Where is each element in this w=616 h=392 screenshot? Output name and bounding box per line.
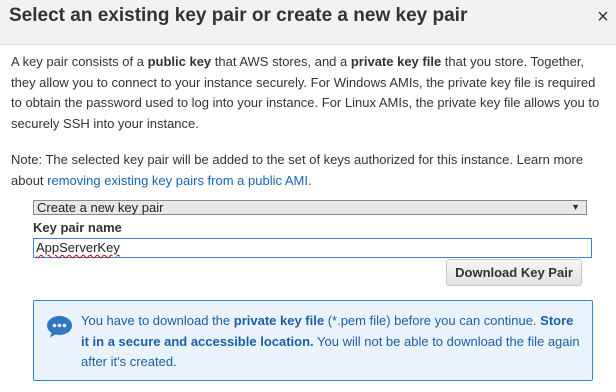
private-key-file-term: private key file — [350, 54, 442, 69]
download-key-pair-button[interactable]: Download Key Pair — [446, 259, 582, 286]
note-paragraph: Note: The selected key pair will be adde… — [11, 150, 607, 191]
key-pair-name-label: Key pair name — [33, 220, 122, 235]
intro-text-1: A key pair consists of a — [11, 54, 148, 69]
chat-bubble-icon — [47, 316, 72, 338]
download-notice-box: You have to download the private key fil… — [33, 300, 593, 381]
notice-private-key-file: private key file — [233, 313, 325, 328]
dialog-title: Select an existing key pair or create a … — [9, 5, 468, 26]
key-pair-name-value: AppServerKey — [36, 240, 120, 255]
key-pair-name-input[interactable]: AppServerKey — [33, 238, 592, 258]
notice-text-2: (*.pem file) before you can continue. — [324, 313, 541, 328]
notice-text-1: You have to download the — [81, 313, 234, 328]
close-icon[interactable]: × — [594, 7, 612, 27]
dropdown-arrow-icon[interactable]: ▼ — [571, 202, 580, 213]
select-value: Create a new key pair — [37, 200, 164, 215]
note-end: . — [307, 172, 312, 188]
notice-text: You have to download the private key fil… — [81, 311, 581, 373]
intro-paragraph: A key pair consists of a public key that… — [11, 52, 607, 134]
dialog-header: Select an existing key pair or create a … — [0, 0, 616, 45]
public-key-term: public key — [147, 54, 212, 69]
key-pair-action-select[interactable]: Create a new key pair ▼ — [33, 200, 587, 215]
removing-key-pairs-link[interactable]: removing existing key pairs from a publi… — [47, 173, 308, 188]
intro-text-2: that AWS stores, and a — [211, 54, 351, 69]
